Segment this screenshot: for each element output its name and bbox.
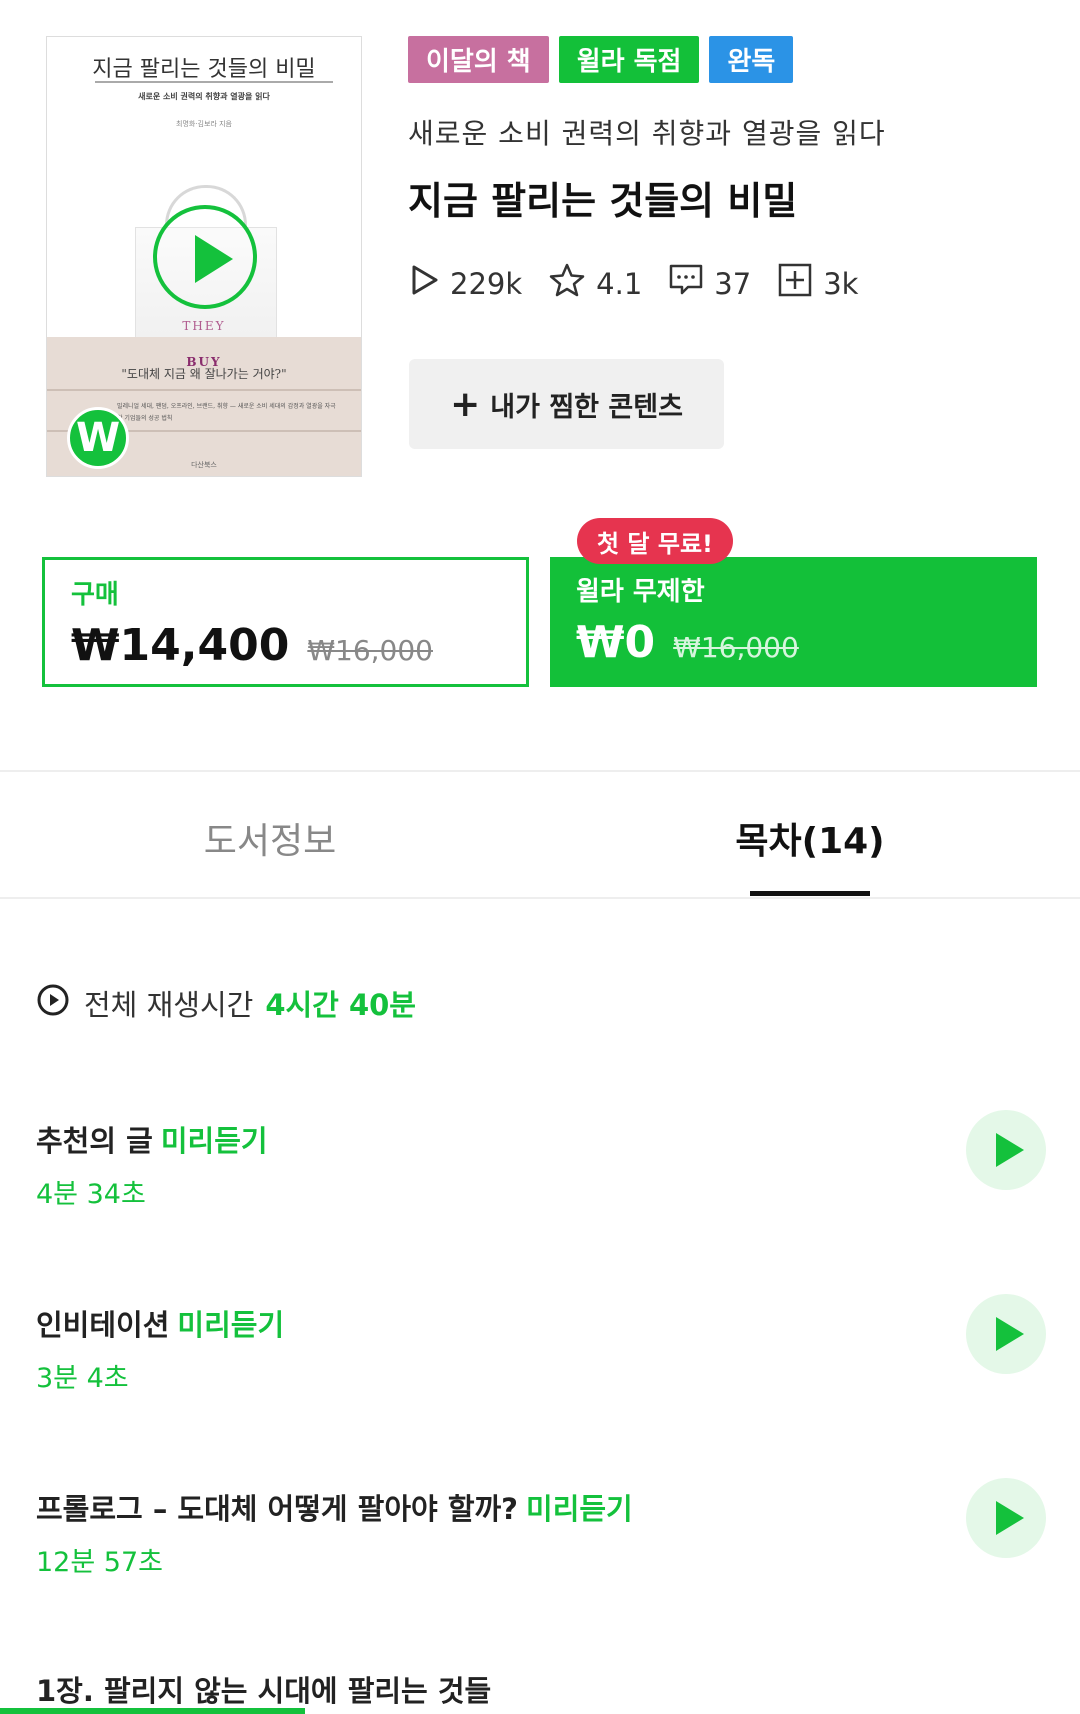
- cover-divider: [95, 81, 333, 83]
- purchase-label: 구매: [71, 580, 119, 610]
- purchase-price: ₩14,400 ₩16,000: [71, 620, 433, 671]
- cover-author: 최명화·김보라 지음: [176, 120, 232, 128]
- chapter-title: 인비테이션: [36, 1308, 170, 1342]
- rating-stat: 4.1: [548, 262, 642, 305]
- subscription-price-current: ₩0: [576, 617, 656, 668]
- chapter-duration: 12분 57초: [36, 1547, 163, 1578]
- chapter-duration: 4분 34초: [36, 1179, 146, 1210]
- chapter-title-row: 프롤로그 – 도대체 어떻게 팔아야 할까? 미리듣기: [36, 1486, 1036, 1528]
- total-duration-label: 전체 재생시간: [84, 988, 254, 1022]
- chapter-duration: 3분 4초: [36, 1363, 129, 1394]
- chapter-title-row: 1장. 팔리지 않는 시대에 팔리는 것들: [36, 1668, 1036, 1710]
- cover-subtitle: 새로운 소비 권력의 취향과 열광을 읽다: [138, 92, 270, 101]
- plus-icon: +: [450, 383, 481, 425]
- saves-stat: 3k: [777, 262, 858, 305]
- cover-band-divider: [47, 389, 361, 391]
- add-box-icon: [777, 262, 823, 305]
- cover-quote: "도대체 지금 왜 잘나가는 거야?": [121, 367, 287, 381]
- subscription-label: 윌라 무제한: [576, 577, 705, 607]
- purchase-price-current: ₩14,400: [71, 620, 290, 671]
- plays-stat: 229k: [410, 264, 522, 303]
- comments-stat: 37: [668, 263, 751, 304]
- chapter-play-button[interactable]: [966, 1478, 1046, 1558]
- wishlist-label: 내가 찜한 콘텐츠: [490, 391, 683, 423]
- tabs-divider: [0, 897, 1080, 899]
- active-tab-indicator: [750, 891, 870, 896]
- add-to-wishlist-button[interactable]: + 내가 찜한 콘텐츠: [409, 359, 724, 449]
- total-duration-value: 4시간 40분: [265, 988, 416, 1022]
- subscription-price: ₩0 ₩16,000: [576, 617, 799, 668]
- chapter-preview-label: 미리듣기: [177, 1308, 285, 1342]
- chapter-play-button[interactable]: [966, 1110, 1046, 1190]
- star-icon: [548, 262, 596, 305]
- chapter-preview-label: 미리듣기: [526, 1492, 633, 1526]
- badge-book-of-month: 이달의 책: [408, 36, 549, 83]
- saves-count: 3k: [823, 266, 859, 301]
- chapter-preview-label: 미리듣기: [160, 1124, 268, 1158]
- tab-book-info[interactable]: 도서정보: [140, 812, 400, 864]
- rating-value: 4.1: [596, 266, 643, 301]
- cover-they-text: THEY: [182, 319, 226, 333]
- badge-exclusive: 윌라 독점: [558, 36, 700, 83]
- badge-complete: 완독: [709, 36, 794, 83]
- chapter-play-button[interactable]: [966, 1294, 1046, 1374]
- cover-title: 지금 팔리는 것들의 비밀: [92, 57, 316, 82]
- subscription-price-original: ₩16,000: [673, 631, 799, 664]
- plays-count: 229k: [450, 266, 523, 301]
- comment-icon: [668, 263, 714, 304]
- chapter-item[interactable]: 프롤로그 – 도대체 어떻게 팔아야 할까? 미리듣기 12분 57초: [36, 1478, 1046, 1579]
- book-title: 지금 팔리는 것들의 비밀: [408, 179, 798, 223]
- chapter-title-row: 인비테이션 미리듣기: [36, 1302, 1036, 1344]
- play-circle-icon: [36, 983, 84, 1024]
- section-divider: [0, 770, 1080, 772]
- subscription-option[interactable]: 윌라 무제한 ₩0 ₩16,000: [550, 557, 1037, 687]
- scroll-progress-bar: [0, 1708, 305, 1714]
- chapter-item[interactable]: 추천의 글 미리듣기 4분 34초: [36, 1110, 1046, 1211]
- chapter-title: 추천의 글: [36, 1124, 153, 1158]
- total-duration: 전체 재생시간 4시간 40분: [36, 982, 416, 1024]
- chapter-item[interactable]: 1장. 팔리지 않는 시대에 팔리는 것들: [36, 1668, 1036, 1710]
- free-month-badge: 첫 달 무료!: [577, 518, 733, 564]
- chapter-title-row: 추천의 글 미리듣기: [36, 1118, 1036, 1160]
- cover-play-icon[interactable]: [153, 205, 257, 309]
- tab-table-of-contents[interactable]: 목차(14): [720, 812, 900, 864]
- welaaa-logo: W: [67, 407, 129, 469]
- book-subtitle: 새로운 소비 권력의 취향과 열광을 읽다: [408, 117, 886, 150]
- chapter-title: 프롤로그 – 도대체 어떻게 팔아야 할까?: [36, 1492, 519, 1526]
- play-icon: [410, 264, 450, 303]
- comments-count: 37: [714, 266, 752, 301]
- book-cover[interactable]: 지금 팔리는 것들의 비밀 새로운 소비 권력의 취향과 열광을 읽다 최명화·…: [46, 36, 362, 477]
- chapter-title: 1장. 팔리지 않는 시대에 팔리는 것들: [36, 1674, 492, 1708]
- badge-list: 이달의 책 윌라 독점 완독: [408, 36, 794, 83]
- purchase-option[interactable]: 구매 ₩14,400 ₩16,000: [42, 557, 529, 687]
- purchase-price-original: ₩16,000: [307, 634, 433, 667]
- cover-blurb: 밀레니얼 세대, 팬덤, 오프라인, 브랜드, 취향 — 새로운 소비 세대의 …: [117, 403, 336, 422]
- book-stats: 229k 4.1 37 3k: [410, 262, 884, 305]
- chapter-item[interactable]: 인비테이션 미리듣기 3분 4초: [36, 1294, 1046, 1395]
